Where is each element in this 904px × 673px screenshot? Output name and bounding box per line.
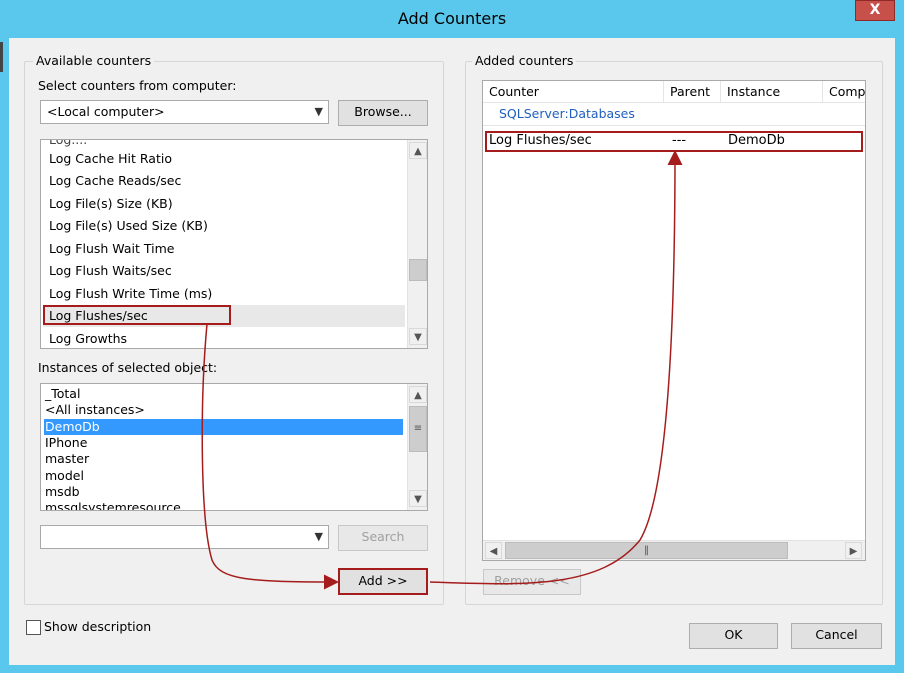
browse-button-label: Browse... [354, 104, 412, 119]
table-row[interactable]: Log Flushes/sec --- DemoDb [483, 131, 865, 151]
counter-item[interactable]: Log File(s) Size (KB) [49, 193, 173, 215]
counter-item[interactable]: Log Cache Hit Ratio [49, 148, 172, 170]
search-combobox[interactable]: ▼ [40, 525, 329, 549]
scroll-up-icon[interactable]: ▲ [409, 142, 427, 159]
scroll-thumb[interactable] [409, 259, 427, 281]
chevron-down-icon[interactable]: ▼ [315, 526, 323, 548]
remove-button-label: Remove << [494, 573, 570, 588]
scroll-thumb-grip-icon[interactable]: ‖ [505, 542, 788, 559]
instance-item[interactable]: mssqlsystemresource [44, 500, 181, 510]
instance-item[interactable]: IPhone [44, 435, 87, 451]
counter-item[interactable]: Log Flush Wait Time [49, 238, 174, 260]
search-button-label: Search [361, 529, 405, 544]
dialog-title: Add Counters [397, 9, 507, 28]
counter-item[interactable]: Log Cache Reads/sec [49, 170, 181, 192]
scroll-left-icon[interactable]: ◀ [485, 542, 502, 559]
scroll-down-icon[interactable]: ▼ [409, 490, 427, 507]
group-separator [483, 125, 865, 126]
instance-item[interactable]: <All instances> [44, 402, 145, 418]
window-edge-stub [0, 42, 3, 72]
ok-button-label: OK [724, 627, 743, 642]
counter-item[interactable]: Log Flush Waits/sec [49, 260, 172, 282]
added-counters-title: Added counters [472, 53, 577, 69]
scroll-down-icon[interactable]: ▼ [409, 328, 427, 345]
instance-item[interactable]: _Total [44, 386, 80, 402]
cancel-button-label: Cancel [815, 627, 858, 642]
close-button[interactable]: X [855, 0, 895, 21]
instances-list[interactable]: _Total <All instances> DemoDb IPhone mas… [40, 383, 428, 511]
instance-item[interactable]: msdb [44, 484, 80, 500]
object-name-group[interactable]: SQLServer:Databases [499, 106, 635, 122]
browse-button[interactable]: Browse... [338, 100, 428, 126]
horizontal-scrollbar[interactable]: ◀ ‖ ▶ [483, 540, 865, 560]
select-computer-label: Select counters from computer: [38, 78, 237, 93]
chevron-down-icon[interactable]: ▼ [315, 101, 323, 123]
ok-button[interactable]: OK [689, 623, 778, 649]
computer-combobox[interactable]: <Local computer> ▼ [40, 100, 329, 124]
counter-item[interactable]: Log File(s) Used Size (KB) [49, 215, 208, 237]
dialog-client-area: Available counters Select counters from … [9, 38, 895, 665]
row-instance: DemoDb [728, 133, 785, 148]
row-parent: --- [672, 133, 687, 148]
add-counters-dialog: Add Counters X Available counters Select… [0, 0, 904, 673]
column-header-parent[interactable]: Parent [664, 81, 721, 103]
column-header-instance[interactable]: Instance [721, 81, 823, 103]
scroll-thumb-grip-icon[interactable]: ≡ [409, 406, 427, 452]
partial-list-item: Log.... [49, 139, 88, 147]
cancel-button[interactable]: Cancel [791, 623, 882, 649]
instances-label: Instances of selected object: [38, 360, 218, 375]
instances-scrollbar[interactable]: ▲ ≡ ▼ [407, 384, 427, 510]
instance-item[interactable]: model [44, 468, 84, 484]
add-button-label: Add >> [358, 573, 408, 588]
counter-item[interactable]: Log Flush Write Time (ms) [49, 283, 212, 305]
search-button[interactable]: Search [338, 525, 428, 551]
scroll-right-icon[interactable]: ▶ [845, 542, 862, 559]
counters-list[interactable]: Log.... Log Cache Hit Ratio Log Cache Re… [40, 139, 428, 349]
scroll-up-icon[interactable]: ▲ [409, 386, 427, 403]
counter-item[interactable]: Log Growths [49, 328, 127, 348]
column-header-counter[interactable]: Counter [483, 81, 664, 103]
instance-item-selected[interactable]: DemoDb [44, 419, 403, 435]
column-header-computer[interactable]: Comp [823, 81, 865, 103]
list-header: Counter Parent Instance Comp [483, 81, 865, 103]
counter-item-selected[interactable]: Log Flushes/sec [43, 305, 405, 327]
added-counters-list[interactable]: Counter Parent Instance Comp SQLServer:D… [482, 80, 866, 561]
remove-button[interactable]: Remove << [483, 569, 581, 595]
counters-scrollbar[interactable]: ▲ ▼ [407, 140, 427, 348]
add-button[interactable]: Add >> [338, 569, 428, 595]
show-description-label[interactable]: Show description [44, 619, 151, 635]
computer-combobox-value: <Local computer> [47, 104, 165, 119]
instance-item[interactable]: master [44, 451, 89, 467]
row-counter: Log Flushes/sec [489, 133, 592, 148]
show-description-checkbox[interactable] [26, 620, 41, 635]
available-counters-title: Available counters [33, 53, 155, 69]
